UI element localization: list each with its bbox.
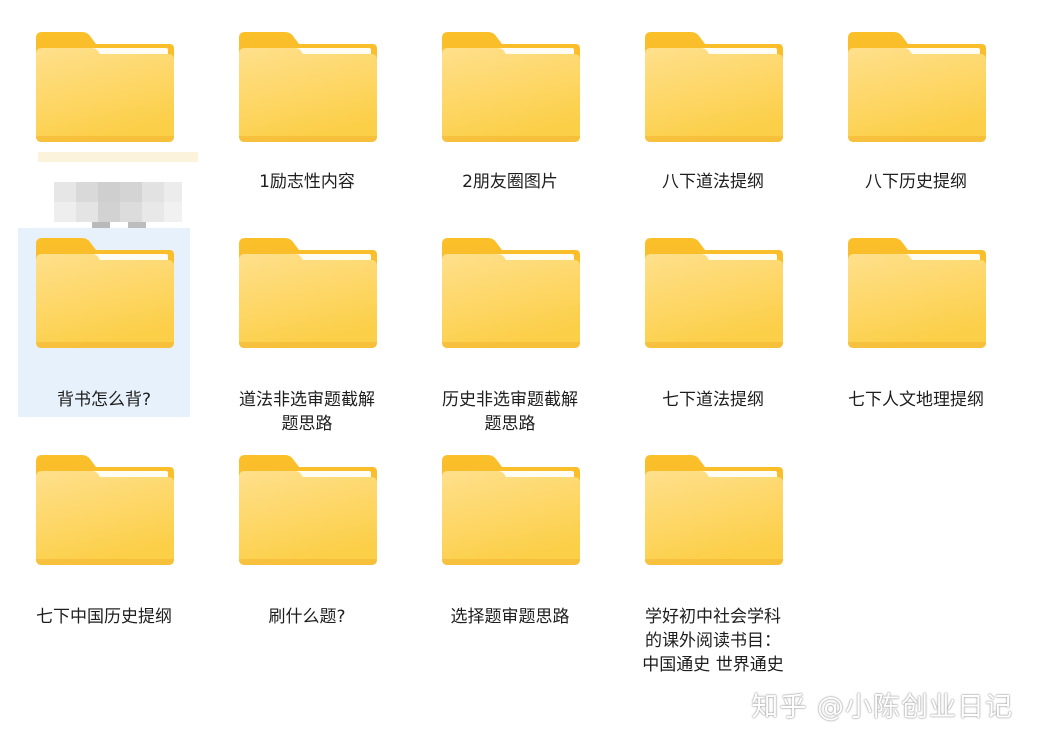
folder-item[interactable]: 学好初中社会学科 的课外阅读书目： 中国通史 世界通史 bbox=[627, 445, 799, 685]
folder-label: 八下道法提纲 bbox=[662, 172, 764, 192]
folder-item[interactable]: 历史非选审题截解 题思路 bbox=[424, 228, 596, 443]
folder-label: 七下道法提纲 bbox=[662, 390, 764, 410]
folder-item[interactable]: 八下道法提纲 bbox=[627, 22, 799, 217]
folder-icon bbox=[237, 32, 379, 144]
folder-icon bbox=[643, 32, 785, 144]
folder-label: 学好初中社会学科 的课外阅读书目： 中国通史 世界通史 bbox=[642, 607, 784, 675]
folder-label: 历史非选审题截解 题思路 bbox=[442, 390, 578, 434]
folder-icon bbox=[34, 455, 176, 567]
folder-label: 道法非选审题截解 题思路 bbox=[239, 390, 375, 434]
folder-label: 刷什么题? bbox=[268, 607, 346, 627]
folder-icon bbox=[846, 238, 988, 350]
folder-item[interactable]: 八下历史提纲 bbox=[830, 22, 1002, 217]
folder-item[interactable]: 七下道法提纲 bbox=[627, 228, 799, 417]
folder-item-selected[interactable]: 背书怎么背? bbox=[18, 228, 190, 417]
folder-item[interactable]: 七下中国历史提纲 bbox=[18, 445, 190, 634]
folder-label: 选择题审题思路 bbox=[450, 607, 570, 627]
folder-label: 八下历史提纲 bbox=[865, 172, 967, 192]
folder-icon bbox=[237, 238, 379, 350]
folder-item[interactable]: 刷什么题? bbox=[221, 445, 393, 634]
folder-icon bbox=[34, 238, 176, 350]
folder-label: 七下中国历史提纲 bbox=[36, 607, 172, 627]
file-grid: 1励志性内容 2朋友圈图片 八下道法提纲 八下历史提纲 背书怎么背? 道法非选审… bbox=[0, 0, 1041, 746]
folder-icon bbox=[643, 238, 785, 350]
folder-item[interactable] bbox=[18, 22, 200, 242]
folder-icon bbox=[237, 455, 379, 567]
folder-icon bbox=[440, 455, 582, 567]
folder-icon bbox=[846, 32, 988, 144]
folder-item[interactable]: 七下人文地理提纲 bbox=[830, 228, 1002, 417]
folder-icon bbox=[440, 32, 582, 144]
watermark: 知乎 @小陈创业日记 bbox=[751, 692, 1013, 723]
folder-label: 1励志性内容 bbox=[259, 172, 355, 192]
folder-icon bbox=[34, 32, 176, 144]
folder-label: 七下人文地理提纲 bbox=[848, 390, 984, 410]
folder-item[interactable]: 1励志性内容 bbox=[221, 22, 393, 217]
folder-label: 2朋友圈图片 bbox=[462, 172, 558, 192]
folder-icon bbox=[643, 455, 785, 567]
folder-item[interactable]: 道法非选审题截解 题思路 bbox=[221, 228, 393, 443]
folder-item[interactable]: 选择题审题思路 bbox=[424, 445, 596, 634]
folder-icon bbox=[440, 238, 582, 350]
folder-item[interactable]: 2朋友圈图片 bbox=[424, 22, 596, 217]
folder-label: 背书怎么背? bbox=[56, 390, 152, 410]
